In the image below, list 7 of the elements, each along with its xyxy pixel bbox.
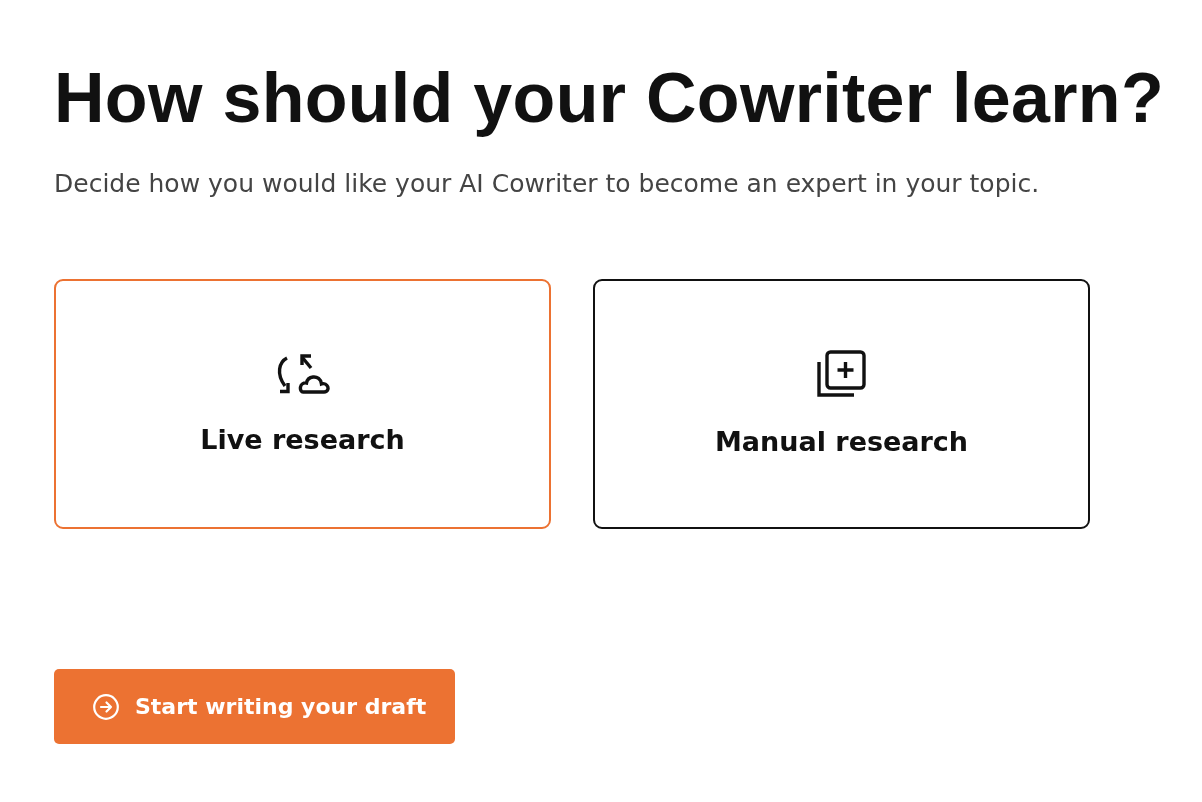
sync-cloud-icon	[275, 352, 330, 396]
page-title: How should your Cowriter learn?	[54, 58, 1165, 138]
option-card[interactable]: Manual research	[593, 279, 1090, 529]
page-subtitle: Decide how you would like your AI Cowriter to become an expert in your topic.	[54, 168, 1041, 200]
stacked-plus-icon	[816, 350, 867, 398]
arrow-right-circle-icon	[93, 693, 119, 720]
option-card[interactable]: Live research	[54, 279, 551, 529]
